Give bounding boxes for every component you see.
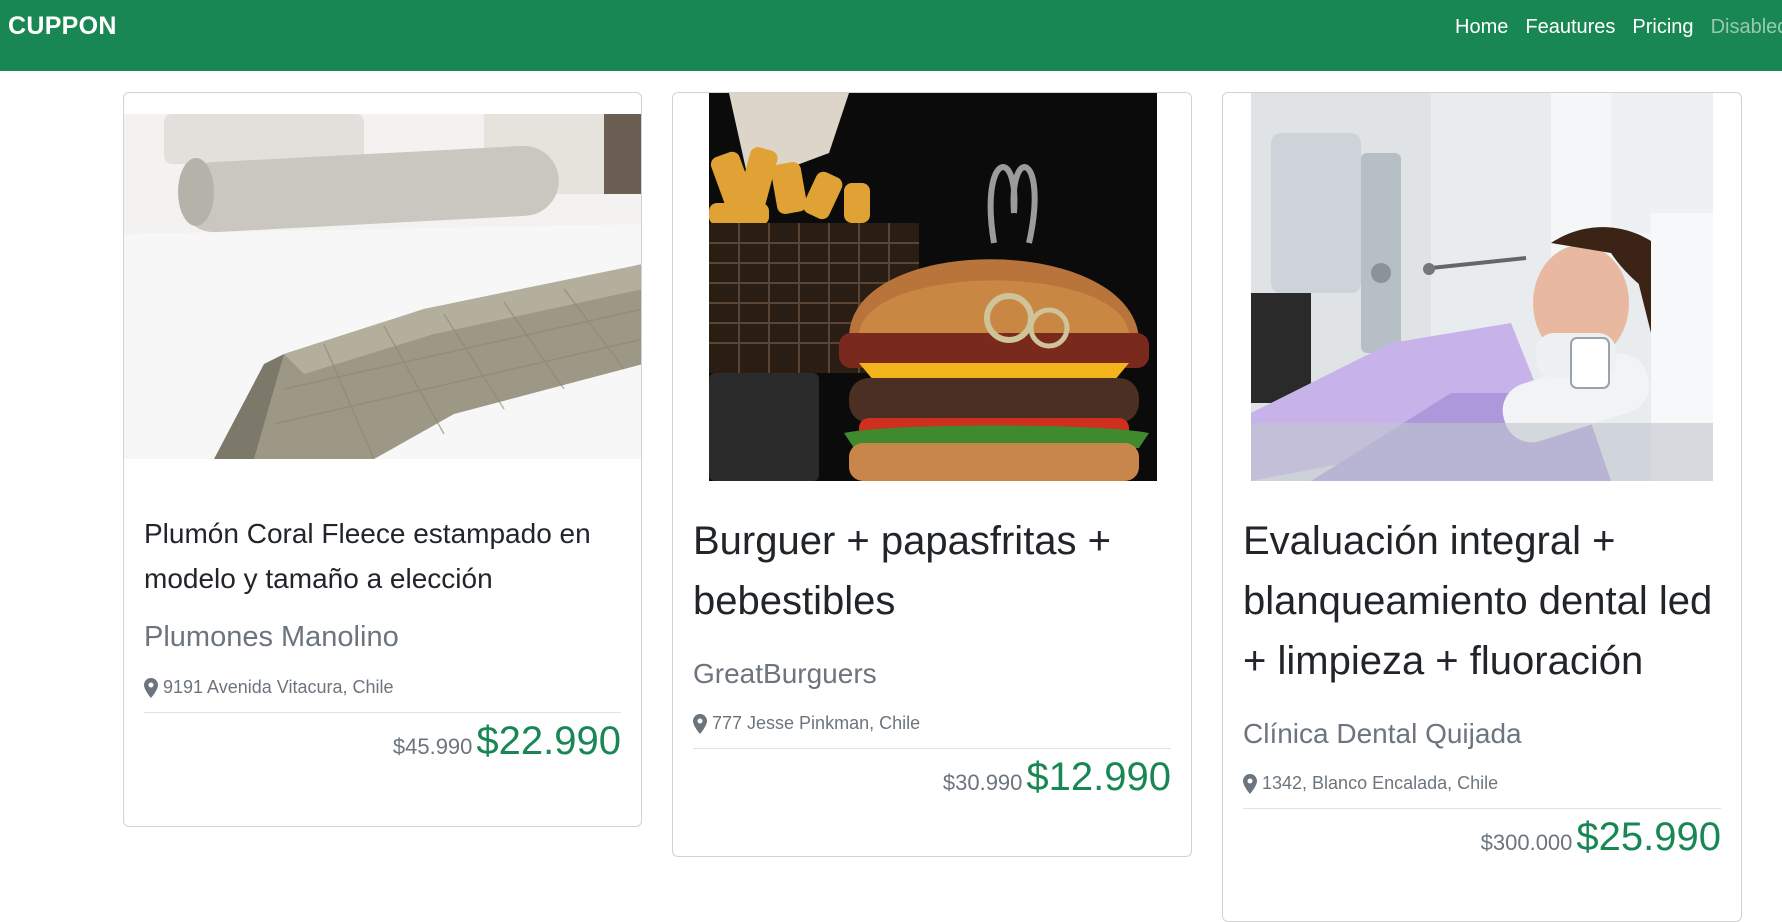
nav-link-disabled: Disabled: [1710, 16, 1782, 38]
deal-title[interactable]: Evaluación integral + blanqueamiento den…: [1243, 511, 1721, 691]
deal-card-dental[interactable]: Evaluación integral + blanqueamiento den…: [1222, 92, 1742, 922]
original-price: $30.990: [942, 770, 1023, 795]
discount-price: $25.990: [1576, 815, 1721, 859]
address-text: 1342, Blanco Encalada, Chile: [1262, 773, 1499, 793]
address: 9191 Avenida Vitacura, Chile: [144, 677, 621, 698]
address: 1342, Blanco Encalada, Chile: [1243, 773, 1721, 794]
nav-link-pricing[interactable]: Pricing: [1632, 16, 1693, 39]
deal-title[interactable]: Plumón Coral Fleece estampado en modelo …: [144, 511, 621, 601]
divider: [144, 712, 621, 713]
nav-link-features[interactable]: Feautures: [1525, 16, 1615, 39]
discount-price: $12.990: [1026, 755, 1171, 799]
nav-link-home[interactable]: Home: [1455, 16, 1508, 39]
deal-card-burger[interactable]: Burguer + papasfritas + bebestibles Grea…: [672, 92, 1192, 857]
location-pin-icon: [144, 677, 158, 698]
brand-logo[interactable]: CUPPON: [8, 12, 117, 41]
deal-title[interactable]: Burguer + papasfritas + bebestibles: [693, 511, 1171, 631]
dental-image: [1251, 93, 1713, 481]
navbar: CUPPON Home Feautures Pricing Disabled: [0, 0, 1782, 71]
address: 777 Jesse Pinkman, Chile: [693, 713, 1171, 734]
original-price: $300.000: [1480, 830, 1573, 855]
bedding-image: [124, 114, 641, 459]
location-pin-icon: [1243, 773, 1257, 794]
price-block: $45.990 $22.990: [144, 719, 621, 764]
discount-price: $22.990: [476, 719, 621, 763]
company-name: Plumones Manolino: [144, 621, 399, 653]
address-text: 9191 Avenida Vitacura, Chile: [163, 677, 394, 697]
original-price: $45.990: [392, 734, 473, 759]
deal-card-plumon[interactable]: Plumón Coral Fleece estampado en modelo …: [123, 92, 642, 827]
company-name: GreatBurguers: [693, 658, 877, 689]
location-pin-icon: [693, 713, 707, 734]
company-name: Clínica Dental Quijada: [1243, 718, 1522, 749]
price-block: $30.990 $12.990: [693, 755, 1171, 800]
burger-image: [709, 93, 1157, 481]
divider: [693, 748, 1171, 749]
address-text: 777 Jesse Pinkman, Chile: [712, 713, 921, 733]
price-block: $300.000 $25.990: [1243, 815, 1721, 860]
divider: [1243, 808, 1721, 809]
nav-links: Home Feautures Pricing Disabled: [1455, 16, 1782, 39]
